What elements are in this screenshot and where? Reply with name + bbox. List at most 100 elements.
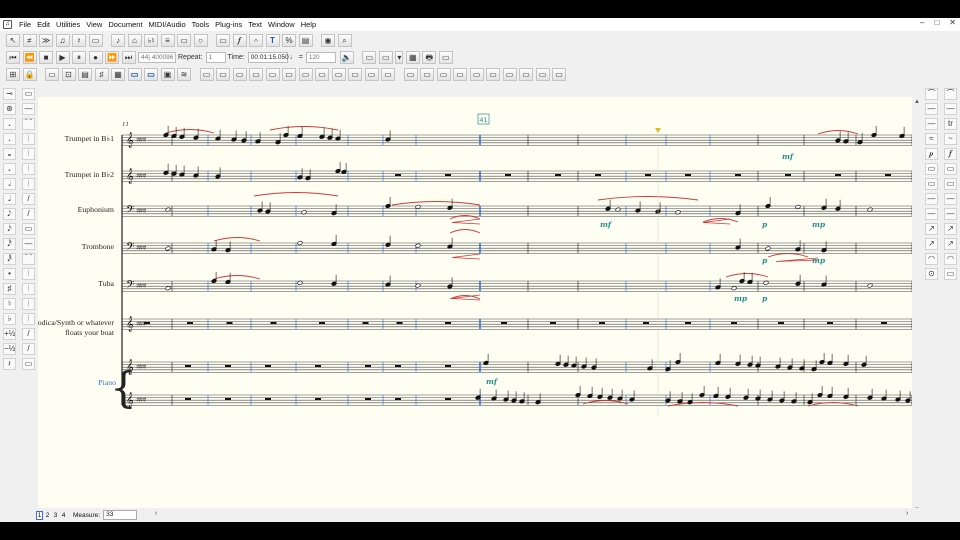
advanced-tool-21-icon[interactable]: ▭ — [364, 68, 379, 81]
simple-entry-15-icon[interactable]: / — [22, 192, 35, 206]
tool-11-icon[interactable]: ○ — [193, 33, 208, 47]
smart-shape-14-icon[interactable]: — — [925, 192, 938, 206]
scroll-right-icon[interactable]: › — [906, 510, 908, 517]
advanced-tool-6-icon[interactable]: ▦ — [111, 68, 125, 81]
simple-entry-29-icon[interactable]: 𝄀 — [22, 297, 35, 311]
score-notation[interactable]: 𝄞 ♯♯♯♯𝄞 ♯♯♯♯𝄢 ♯♯♯♯𝄢 ♯♯♯♯𝄢 ♯♯♯♯𝄞 ♯♯♯♯𝄞 ♯♯♯♯𝄞 ♯♯♯♯… — [38, 97, 912, 522]
staff-label-euphonium[interactable]: Euphonium — [78, 205, 114, 215]
simple-entry-2-icon[interactable]: ⊛ — [3, 102, 16, 116]
menu-text[interactable]: Text — [245, 20, 265, 29]
advanced-tool-28-icon[interactable]: ▭ — [486, 68, 500, 81]
advanced-tool-26-icon[interactable]: ▭ — [453, 68, 467, 81]
page-tab-1[interactable]: 1 — [36, 510, 43, 520]
advanced-tool-8-icon[interactable]: ▭ — [144, 68, 158, 81]
simple-entry-18-icon[interactable]: 𝅘𝅥𝅯 — [3, 222, 16, 236]
smart-shape-6-icon[interactable]: ≈ — [925, 132, 938, 146]
advanced-tool-13-icon[interactable]: ▭ — [232, 68, 247, 81]
fast-forward-button[interactable]: ⏩ — [105, 50, 119, 64]
rewind-button[interactable]: ⏪ — [22, 50, 37, 64]
simple-entry-22-icon[interactable]: 𝅘𝅥𝅱 — [3, 252, 16, 266]
page-tab-4[interactable]: 4 — [60, 511, 67, 520]
tool-6-icon[interactable]: ♪ — [111, 33, 125, 47]
simple-entry-26-icon[interactable]: ♯ — [3, 282, 16, 296]
simple-entry-3-icon[interactable]: — — [22, 102, 35, 116]
tool-9-icon[interactable]: ≡ — [160, 33, 175, 47]
record-button[interactable]: ● — [88, 50, 103, 64]
simple-entry-23-icon[interactable]: ⁀ — [22, 252, 35, 266]
smart-shape-18-icon[interactable]: ↗ — [925, 222, 938, 236]
advanced-tool-31-icon[interactable]: ▭ — [535, 68, 550, 81]
playback-position-field[interactable]: 44| 400096 — [138, 51, 176, 63]
tool-13-icon[interactable]: 𝆑 — [232, 33, 247, 47]
advanced-tool-9-icon[interactable]: ▣ — [160, 68, 175, 81]
smart-shape-19-icon[interactable]: ↗ — [944, 222, 957, 236]
print-icon[interactable]: 🖶 — [422, 50, 437, 64]
tool-0-icon[interactable]: ↖ — [6, 33, 20, 47]
tool-10-icon[interactable]: ▭ — [177, 33, 191, 47]
tempo-field[interactable]: 120 — [305, 51, 336, 63]
menu-tools[interactable]: Tools — [189, 20, 213, 29]
simple-entry-19-icon[interactable]: ▭ — [22, 222, 35, 236]
tool-12-icon[interactable]: ▭ — [216, 33, 230, 47]
menu-window[interactable]: Window — [265, 20, 298, 29]
smart-shape-16-icon[interactable]: — — [925, 207, 938, 221]
close-button[interactable]: ✕ — [949, 18, 956, 27]
advanced-tool-19-icon[interactable]: ▭ — [331, 68, 346, 81]
simple-entry-13-icon[interactable]: 𝄀 — [22, 177, 35, 191]
repeat-field[interactable]: 1 — [205, 51, 226, 63]
smart-shape-4-icon[interactable]: — — [925, 117, 938, 131]
advanced-tool-17-icon[interactable]: ▭ — [298, 68, 313, 81]
simple-entry-28-icon[interactable]: ♮ — [3, 297, 16, 311]
tool-4-icon[interactable]: 𝄽 — [72, 33, 86, 47]
forward-to-end-button[interactable]: ⏭ — [121, 50, 136, 64]
simple-entry-7-icon[interactable]: 𝄀 — [22, 132, 35, 146]
staff-label-melodica[interactable]: Melodica/Synth or whatever floats your b… — [38, 318, 114, 338]
advanced-tool-4-icon[interactable]: ▤ — [78, 68, 92, 81]
advanced-tool-27-icon[interactable]: ▭ — [469, 68, 484, 81]
staff-label-tuba[interactable]: Tuba — [98, 279, 114, 289]
smart-shape-13-icon[interactable]: ▭ — [944, 177, 957, 191]
staff-label-piano[interactable]: Piano — [98, 378, 116, 388]
menu-help[interactable]: Help — [298, 20, 319, 29]
tool-17-icon[interactable]: ▤ — [298, 33, 313, 47]
simple-entry-0-icon[interactable]: ⊸ — [3, 88, 16, 101]
speaker-icon[interactable]: 🔈 — [339, 50, 354, 64]
simple-entry-11-icon[interactable]: 𝄀 — [22, 162, 35, 176]
tool-5-icon[interactable]: ▭ — [88, 33, 103, 47]
rewind-to-start-button[interactable]: ⏮ — [6, 50, 20, 64]
view-dropdown-icon[interactable]: ▾ — [395, 50, 404, 64]
measure-field[interactable]: 33 — [103, 510, 138, 520]
advanced-tool-20-icon[interactable]: ▭ — [348, 68, 362, 81]
scroll-left-icon[interactable]: ‹ — [155, 510, 157, 517]
score-page[interactable]: 𝄞 ♯♯♯♯ 𝄞 ♯♯♯♯ 𝄢 ♯♯♯♯ 𝄢 ♯♯♯♯ 𝄢 ♯♯♯♯ 𝄞 ♯♯♯♯ 𝄞 ♯♯♯♯ 𝄞 ♯♯♯♯… — [38, 97, 912, 522]
simple-entry-25-icon[interactable]: 𝄀 — [22, 267, 35, 281]
smart-shape-5-icon[interactable]: tr — [944, 117, 957, 131]
simple-entry-37-icon[interactable]: ▭ — [22, 357, 35, 371]
tool-7-icon[interactable]: ⌂ — [127, 33, 142, 47]
advanced-tool-10-icon[interactable]: ≋ — [177, 68, 191, 81]
smart-shape-12-icon[interactable]: ▭ — [925, 177, 938, 191]
simple-entry-27-icon[interactable]: 𝄀 — [22, 282, 35, 296]
menu-plug-ins[interactable]: Plug-ins — [212, 20, 245, 29]
menu-document[interactable]: Document — [105, 20, 145, 29]
smart-shape-15-icon[interactable]: — — [944, 192, 957, 206]
simple-entry-31-icon[interactable]: 𝄀 — [22, 312, 35, 326]
page-view-icon[interactable]: ▭ — [378, 50, 393, 64]
stop-button[interactable]: ■ — [39, 50, 53, 64]
page-tab-3[interactable]: 3 — [52, 511, 59, 520]
simple-entry-10-icon[interactable]: 𝅗 — [3, 162, 16, 176]
simple-entry-20-icon[interactable]: 𝅘𝅥𝅰 — [3, 237, 16, 251]
smart-shape-23-icon[interactable]: ◠ — [944, 252, 957, 266]
simple-entry-35-icon[interactable]: / — [22, 342, 35, 356]
menu-utilities[interactable]: Utilities — [53, 20, 83, 29]
smart-shape-10-icon[interactable]: ▭ — [925, 162, 938, 176]
tool-14-icon[interactable]: 𝄐 — [249, 33, 263, 47]
simple-entry-5-icon[interactable]: ⁀ — [22, 117, 35, 131]
simple-entry-36-icon[interactable]: 𝄽 — [3, 357, 16, 371]
simple-entry-9-icon[interactable]: 𝄀 — [22, 147, 35, 161]
advanced-tool-15-icon[interactable]: ▭ — [265, 68, 280, 81]
smart-shape-8-icon[interactable]: 𝆏 — [925, 147, 938, 161]
simple-entry-34-icon[interactable]: −½ — [3, 342, 16, 356]
simple-entry-14-icon[interactable]: 𝅘𝅥 — [3, 192, 16, 206]
simple-entry-12-icon[interactable]: 𝅗𝅥 — [3, 177, 16, 191]
